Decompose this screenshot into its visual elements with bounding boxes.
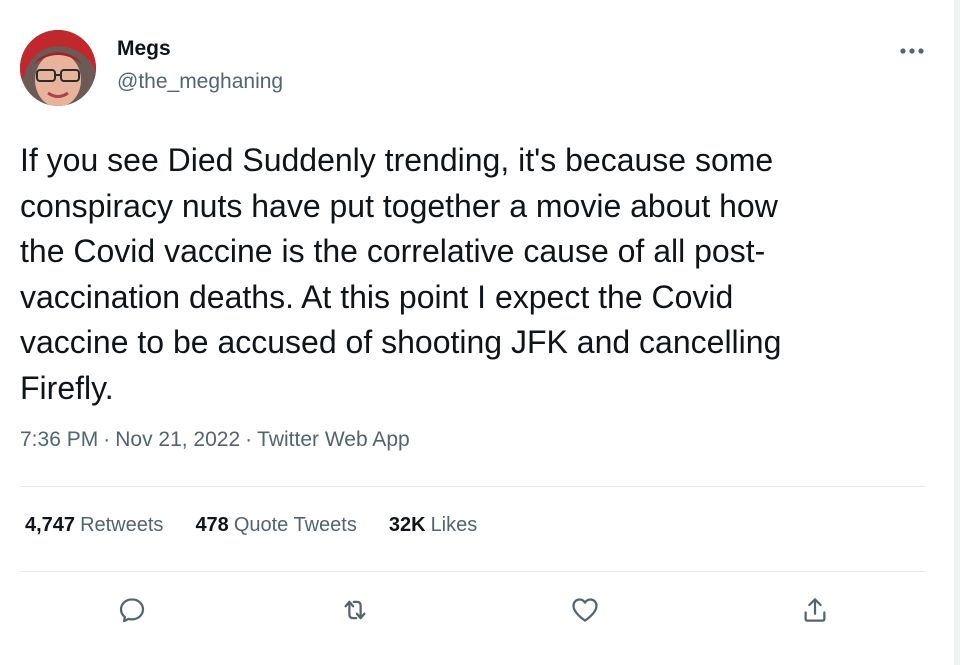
retweet-button[interactable] [328,583,382,637]
tweet-card: Megs @the_meghaning If you see Died Sudd… [0,0,960,665]
tweet-date[interactable]: Nov 21, 2022 [115,428,240,452]
retweet-icon [344,600,366,620]
share-icon [804,598,826,622]
tweet-time[interactable]: 7:36 PM [20,428,98,452]
retweets-count: 4,747 [25,514,76,536]
likes-stat[interactable]: 32K Likes [389,514,477,537]
meta-separator: · [245,428,253,451]
scroll-edge [954,0,960,665]
like-button[interactable] [558,583,612,637]
tweet-stats: 4,747 Retweets 478 Quote Tweets 32K Likes [25,514,477,537]
avatar[interactable] [20,30,96,106]
author-name[interactable]: Megs [117,37,171,61]
action-bar [0,583,960,637]
more-options-button[interactable] [892,36,932,66]
likes-count: 32K [388,514,426,536]
avatar-image [20,30,96,106]
tweet-meta: 7:36 PM · Nov 21, 2022 · Twitter Web App [20,428,410,452]
heart-icon [572,598,598,622]
share-button[interactable] [788,583,842,637]
reply-button[interactable] [105,583,159,637]
divider [20,486,925,487]
retweets-label: Retweets [80,514,164,536]
tweet-text: If you see Died Suddenly trending, it's … [20,142,782,406]
quote-tweets-count: 478 [195,514,229,536]
retweets-stat[interactable]: 4,747 Retweets [25,514,163,537]
quote-tweets-label: Quote Tweets [233,514,357,536]
tweet-source[interactable]: Twitter Web App [257,428,410,452]
more-horizontal-icon [900,48,924,54]
quote-tweets-stat[interactable]: 478 Quote Tweets [195,514,356,537]
reply-icon [119,598,145,623]
likes-label: Likes [430,514,478,536]
author-handle[interactable]: @the_meghaning [117,70,283,94]
meta-separator: · [103,428,111,451]
divider [20,571,925,572]
